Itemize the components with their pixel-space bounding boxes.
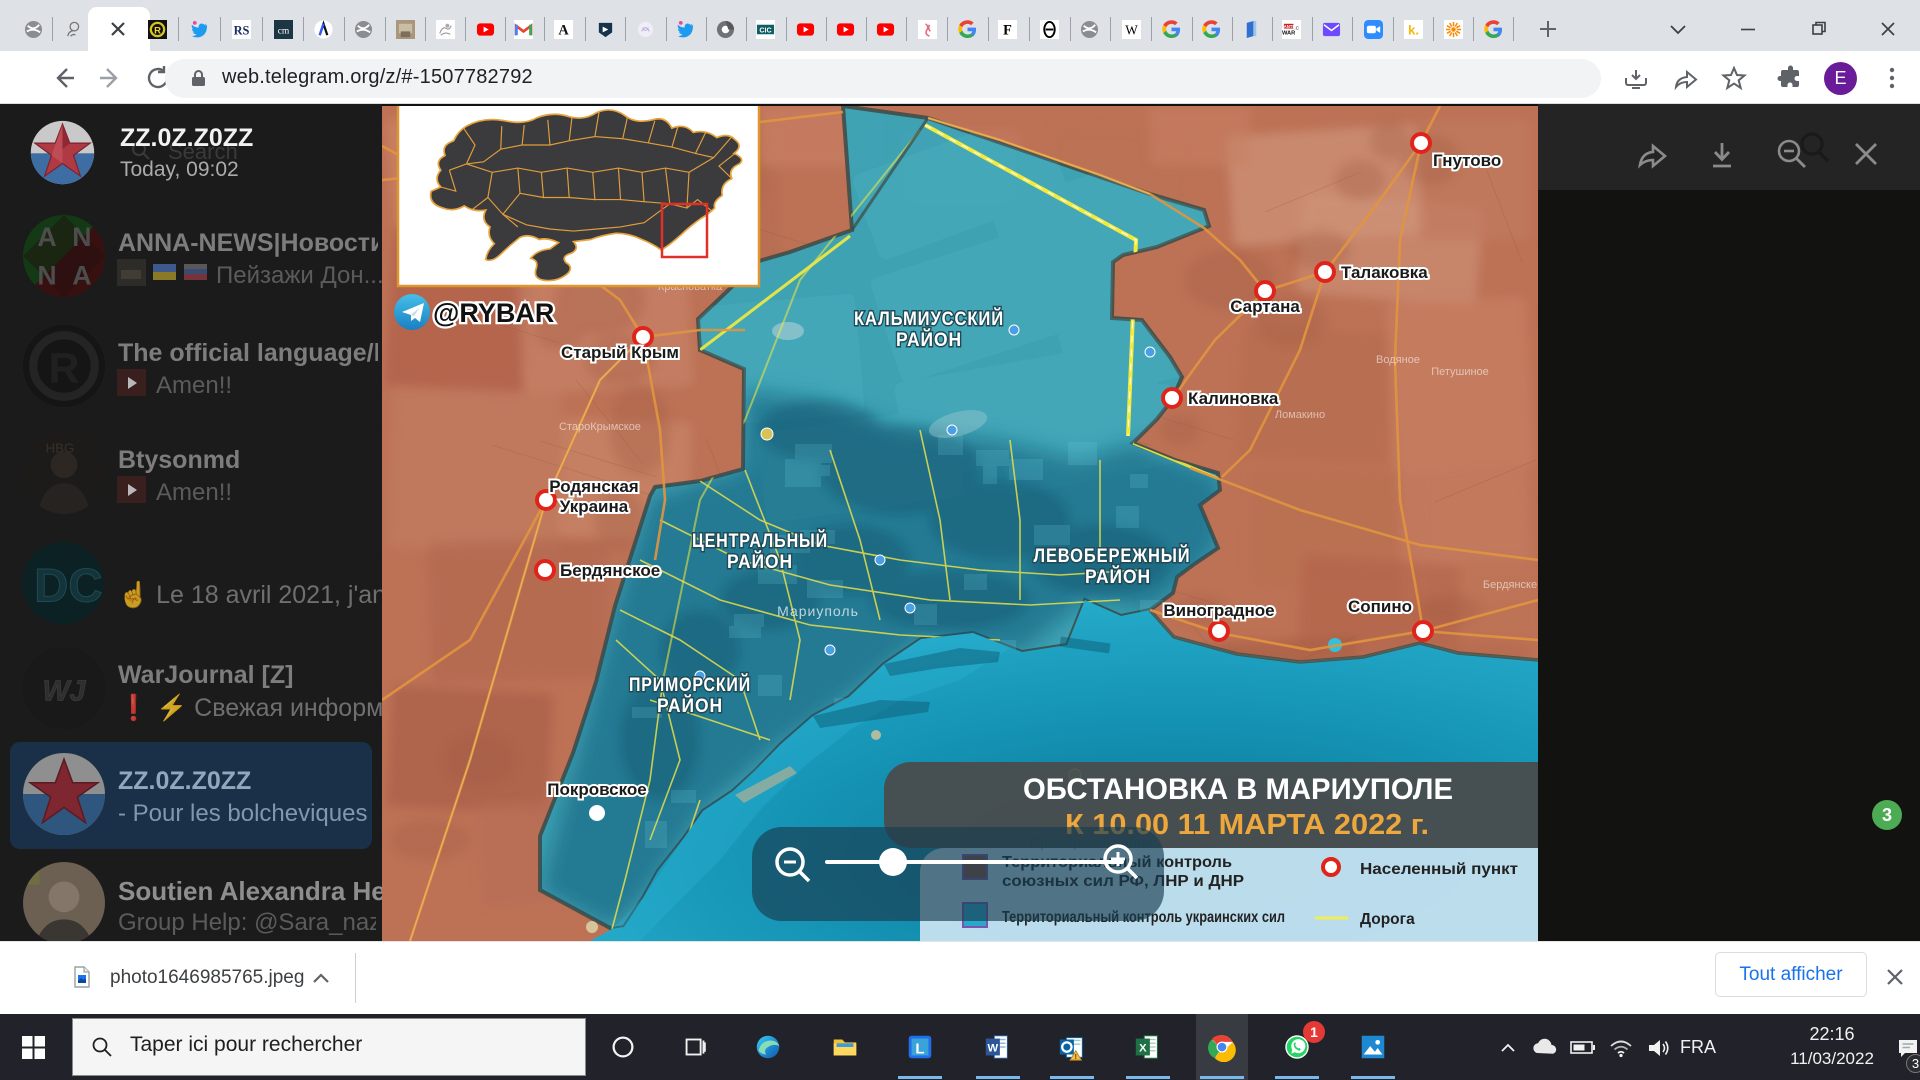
svg-text:CIC: CIC [759,26,771,34]
svg-text:DC: DC [34,558,102,611]
svg-text:Сопино: Сопино [1348,597,1412,616]
svg-text:Талаковка: Талаковка [1341,263,1428,282]
svg-text:N: N [37,261,56,291]
svg-text:W: W [988,1043,999,1055]
svg-text:Украина: Украина [560,497,629,516]
svg-text:Виноградное: Виноградное [1163,601,1274,620]
svg-text:Водяное: Водяное [1376,354,1420,366]
svg-text:КАЛЬМИУССКИЙ: КАЛЬМИУССКИЙ [854,308,1004,330]
svg-text:Родянская: Родянская [549,477,638,496]
svg-text:X: X [1139,1043,1147,1055]
svg-text:F: F [1003,23,1012,39]
svg-text:РАЙОН: РАЙОН [1085,566,1151,588]
svg-text:Сартана: Сартана [1230,297,1300,316]
svg-text:Бердянское: Бердянское [560,561,660,580]
svg-text:cm: cm [278,26,290,36]
svg-text:Мариуполь: Мариуполь [777,603,859,619]
svg-text:РАЙОН: РАЙОН [727,551,793,573]
svg-text:A: A [37,222,56,252]
svg-text:@RYBAR: @RYBAR [433,298,554,328]
svg-text:N: N [72,222,91,252]
svg-text:Бердянске: Бердянске [1483,579,1537,591]
svg-text:СтароКрымское: СтароКрымское [559,421,641,433]
svg-text:ЛЕВОБЕРЕЖНЫЙ: ЛЕВОБЕРЕЖНЫЙ [1034,545,1191,567]
svg-text:Петушиное: Петушиное [1431,366,1489,378]
svg-text:ПРИМОРСКИЙ: ПРИМОРСКИЙ [629,674,751,696]
svg-text:ЦЕНТРАЛЬНЫЙ: ЦЕНТРАЛЬНЫЙ [692,530,828,552]
svg-text:Старый Крым: Старый Крым [561,343,679,362]
svg-text:Калиновка: Калиновка [1188,389,1279,408]
svg-text:ОБСТАНОВКА В МАРИУПОЛЕ: ОБСТАНОВКА В МАРИУПОЛЕ [1023,773,1453,806]
svg-text:k.: k. [1408,22,1419,37]
svg-text:R: R [48,344,79,392]
svg-text:R: R [154,25,161,36]
svg-text:Покровское: Покровское [547,780,647,799]
svg-text:!: ! [1075,1052,1078,1061]
svg-text:WJ: WJ [42,675,86,707]
svg-text:W: W [1125,22,1138,37]
svg-text:РАЙОН: РАЙОН [657,695,723,717]
svg-text:A: A [72,261,91,291]
svg-text:Населенный пункт: Населенный пункт [1360,861,1518,878]
svg-text:ANTI: ANTI [1284,24,1294,29]
svg-text:WAR: WAR [1282,30,1295,36]
svg-text:РАЙОН: РАЙОН [896,329,962,351]
svg-text:Дорога: Дорога [1360,911,1415,928]
svg-text:HBG: HBG [46,441,75,456]
svg-text:A: A [558,23,569,39]
svg-text:Ломакино: Ломакино [1275,409,1325,421]
svg-text:Гнутово: Гнутово [1433,151,1501,170]
svg-text:L: L [915,1041,924,1058]
svg-text:.C: .C [1294,26,1299,32]
svg-text:RS: RS [234,23,250,37]
